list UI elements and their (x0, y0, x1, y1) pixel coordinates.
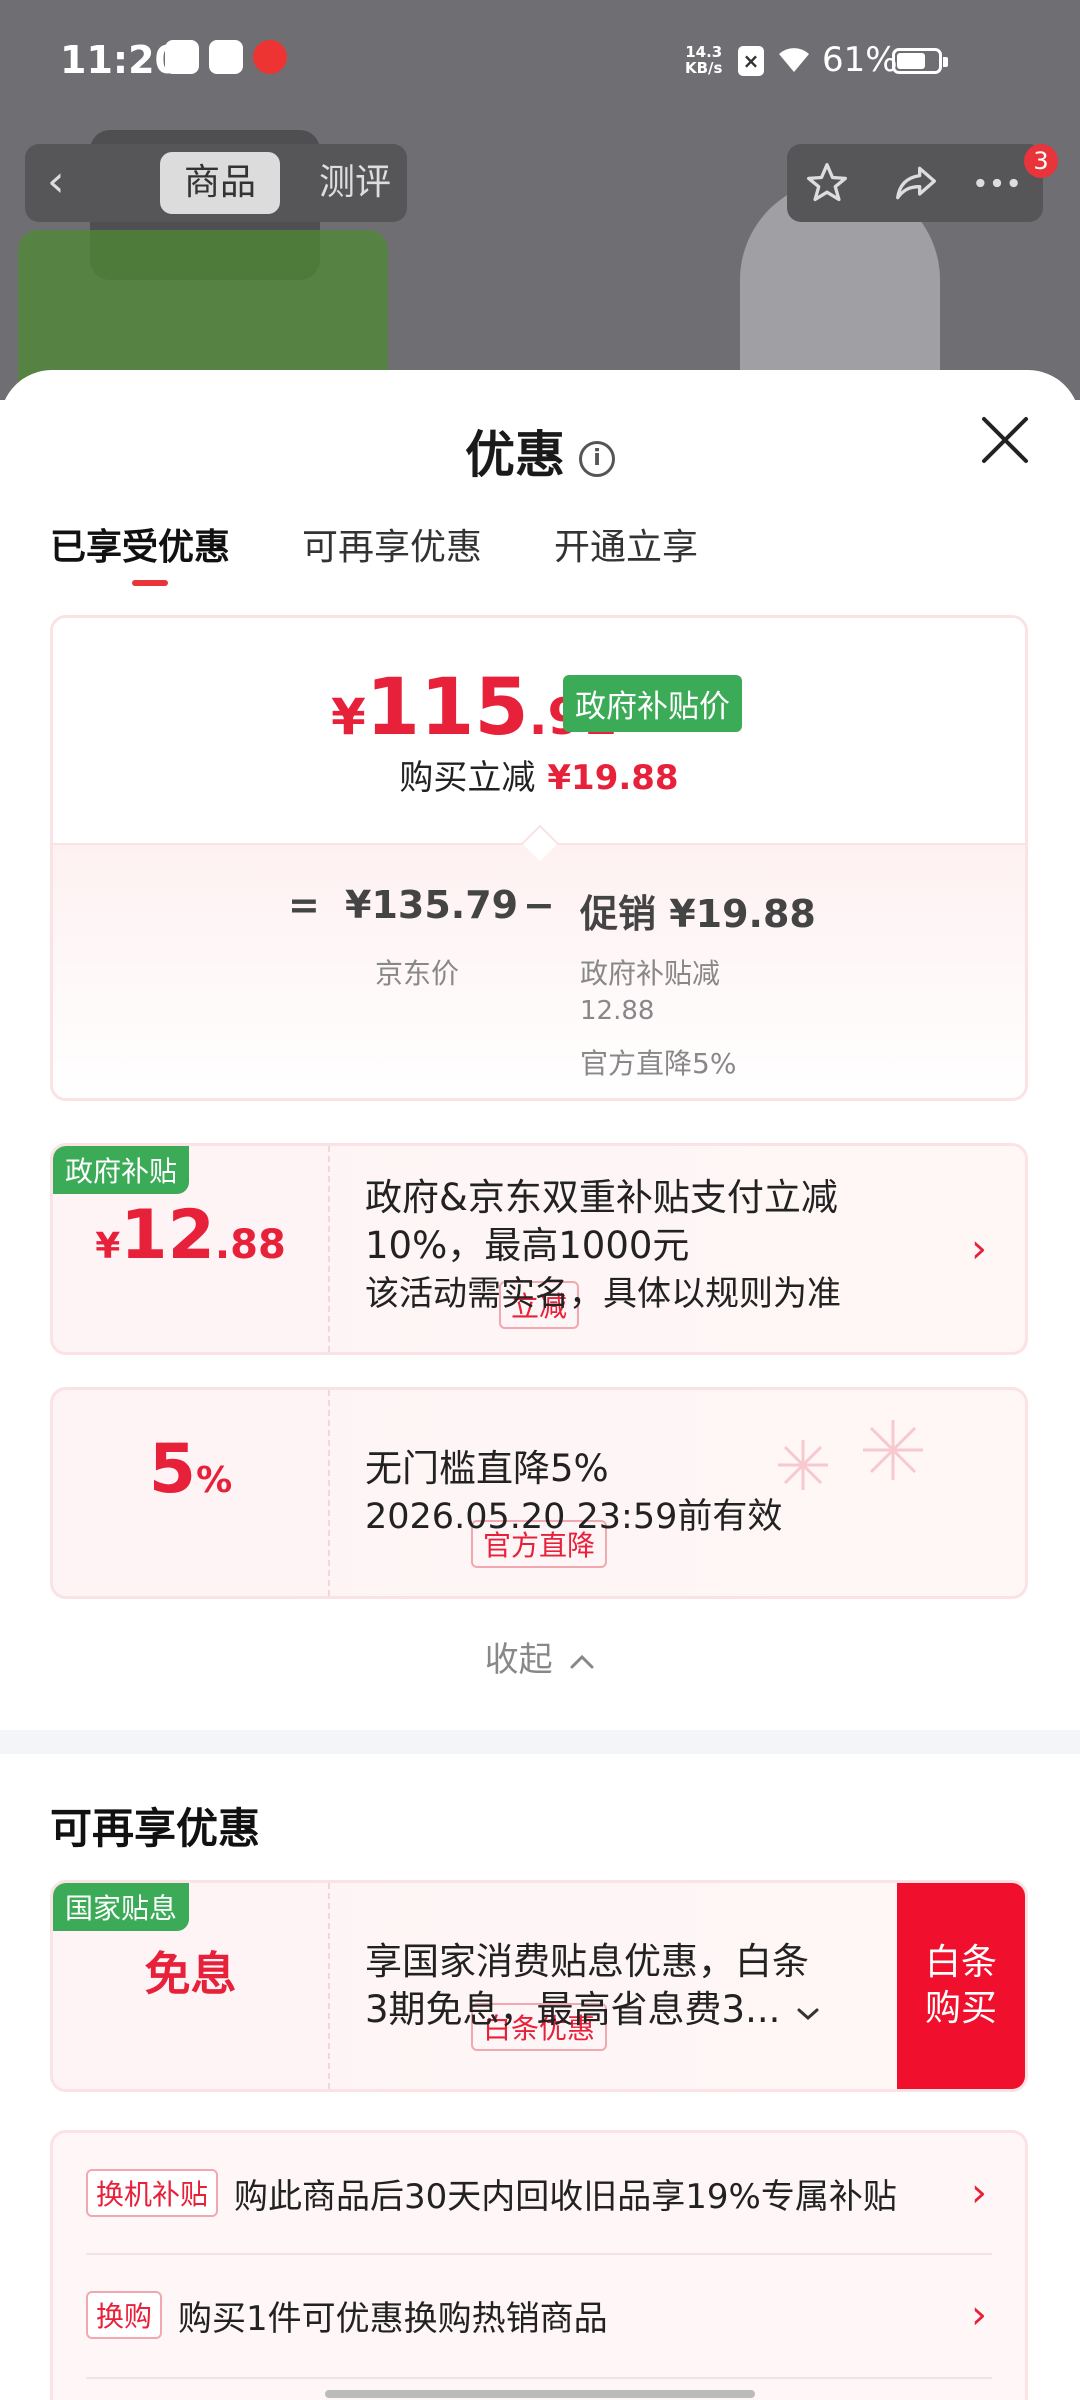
battery-icon (892, 48, 948, 74)
minus-sign: − (523, 883, 555, 927)
chevron-up-icon (570, 1654, 594, 1668)
price-formula: = ¥135.79 − 促销 ¥19.88 京东价 政府补贴减 12.88 官方… (53, 843, 1025, 1098)
chevron-right-icon: › (971, 2292, 987, 2338)
more-icon[interactable] (972, 161, 1022, 205)
battery-level: 61% (822, 40, 898, 80)
notification-badge: 3 (1024, 144, 1058, 178)
sheet-header: 优惠 i (0, 415, 1080, 487)
app-notification-icon (209, 40, 243, 74)
baitiao-interest-free-offer[interactable]: 国家贴息 免息 白条优惠 享国家消费贴息优惠，白条 3期免息，最高省息费3...… (50, 1880, 1028, 2092)
offer-amount: ¥12.88 (95, 1196, 286, 1275)
perk-tag: 换购 (86, 2291, 163, 2339)
home-indicator (325, 2390, 755, 2398)
offer-corner-tag: 国家贴息 (53, 1883, 190, 1931)
status-time: 11:20 (60, 38, 181, 82)
jd-price-label: 京东价 (375, 957, 460, 990)
app-notification-icon (165, 40, 199, 74)
chevron-right-icon: › (971, 2170, 987, 2216)
back-icon[interactable]: ‹ (47, 160, 87, 204)
tab-product[interactable]: 商品 (160, 152, 280, 214)
offer-amount: 免息 (144, 1947, 237, 2001)
tab-more-available[interactable]: 可再享优惠 (302, 518, 482, 570)
wifi-icon (779, 48, 809, 72)
network-speed: 14.3 KB/s (685, 43, 723, 77)
offer-amount: 5% (148, 1430, 233, 1509)
offer-corner-tag: 政府补贴 (53, 1146, 190, 1194)
top-nav: ‹ 商品 测评 (25, 144, 407, 222)
promo-sub-gov-amount: 12.88 (580, 996, 655, 1026)
perk-tag: 换机补贴 (86, 2169, 219, 2217)
offer-description: 享国家消费贴息优惠，白条 3期免息，最高省息费3... (365, 1938, 820, 2034)
chevron-down-icon[interactable] (796, 2006, 820, 2022)
section-divider (0, 1730, 1080, 1754)
offer-description: 政府&京东双重补贴支付立减 10%，最高1000元 该活动需实名，具体以规则为准 (365, 1176, 841, 1314)
app-notification-icon (253, 40, 287, 74)
price-breakdown-card: ¥115.91 政府补贴价 购买立减¥19.88 = ¥135.79 − 促销 … (50, 615, 1028, 1101)
offer-description: 无门槛直降5% 2026.05.20 23:59前有效 (365, 1447, 783, 1537)
extra-perks-card: 换机补贴 购此商品后30天内回收旧品享19%专属补贴 › 换购 购买1件可优惠换… (50, 2130, 1028, 2400)
purchase-reduction: 购买立减 ¥19.88 (399, 758, 679, 798)
collapse-button[interactable]: 收起 (0, 1632, 1080, 1681)
promo-sub-gov: 政府补贴减 (580, 957, 721, 990)
perk-text: 购买1件可优惠换购热销商品 (178, 2298, 608, 2339)
perk-exchange[interactable]: 换购 购买1件可优惠换购热销商品 › (86, 2255, 992, 2375)
perk-trade-in[interactable]: 换机补贴 购此商品后30天内回收旧品享19%专属补贴 › (86, 2133, 992, 2253)
baitiao-buy-button[interactable]: 白条购买 (897, 1883, 1025, 2089)
share-icon[interactable] (892, 161, 940, 205)
discount-tabs: 已享受优惠 可再享优惠 开通立享 (50, 518, 698, 586)
tab-review[interactable]: 测评 (305, 152, 405, 214)
star-icon[interactable] (805, 161, 849, 205)
promo-amount: 促销 ¥19.88 (580, 892, 816, 936)
perk-text: 购此商品后30天内回收旧品享19%专属补贴 (234, 2176, 897, 2217)
info-icon[interactable]: i (579, 440, 615, 477)
tab-activate[interactable]: 开通立享 (554, 518, 698, 570)
top-actions (787, 144, 1043, 222)
chevron-right-icon: › (971, 1226, 987, 1272)
sheet-title: 优惠 (465, 426, 565, 484)
close-icon[interactable] (980, 415, 1030, 465)
gov-subsidy-offer[interactable]: 政府补贴 ¥12.88 立减 政府&京东双重补贴支付立减 10%，最高1000元… (50, 1143, 1028, 1355)
tab-enjoyed[interactable]: 已享受优惠 (50, 518, 230, 586)
jd-price: ¥135.79 (345, 883, 519, 927)
discount-sheet: 优惠 i 已享受优惠 可再享优惠 开通立享 ¥115.91 政府补贴价 购买立减¥… (0, 370, 1080, 2400)
equals-sign: = (288, 883, 320, 927)
gov-subsidy-price-tag: 政府补贴价 (563, 675, 742, 732)
status-bar: 11:20 14.3 KB/s × 61% (0, 0, 1080, 120)
no-sim-icon: × (738, 46, 764, 76)
section-title: 可再享优惠 (50, 1804, 261, 1853)
notification-icons (165, 40, 287, 74)
promo-sub-official: 官方直降5% (580, 1047, 737, 1080)
official-discount-offer: 5% 官方直降 无门槛直降5% 2026.05.20 23:59前有效 (50, 1387, 1028, 1599)
